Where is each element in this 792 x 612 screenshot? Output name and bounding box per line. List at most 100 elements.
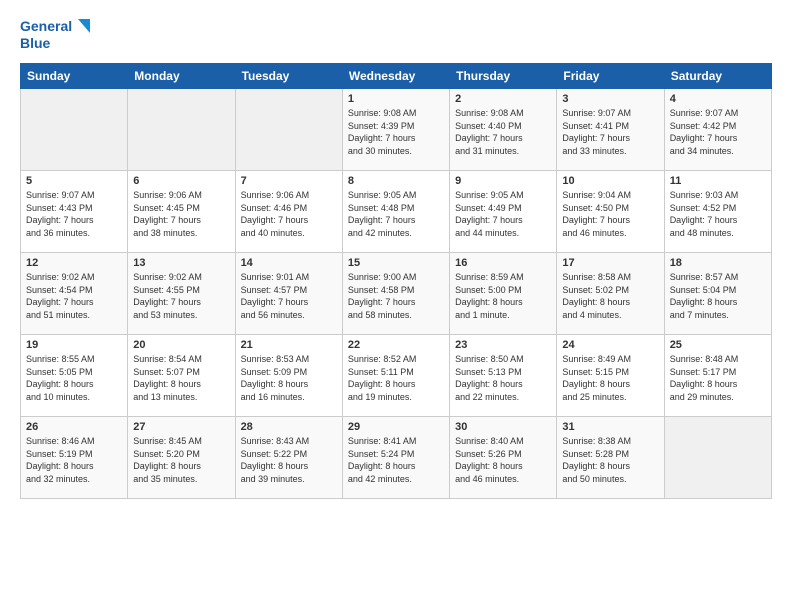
calendar-day-cell: 5 Sunrise: 9:07 AM Sunset: 4:43 PM Daylig… — [21, 171, 128, 253]
day-header-sunday: Sunday — [21, 64, 128, 89]
calendar-day-cell: 6 Sunrise: 9:06 AM Sunset: 4:45 PM Daylig… — [128, 171, 235, 253]
day-info: Sunrise: 8:57 AM Sunset: 5:04 PM Dayligh… — [670, 271, 766, 321]
day-info: Sunrise: 8:40 AM Sunset: 5:26 PM Dayligh… — [455, 435, 551, 485]
day-info: Sunrise: 9:02 AM Sunset: 4:54 PM Dayligh… — [26, 271, 122, 321]
calendar-day-cell: 20 Sunrise: 8:54 AM Sunset: 5:07 PM Dayli… — [128, 335, 235, 417]
calendar-day-cell: 1 Sunrise: 9:08 AM Sunset: 4:39 PM Daylig… — [342, 89, 449, 171]
day-number: 17 — [562, 257, 658, 269]
day-info: Sunrise: 9:00 AM Sunset: 4:58 PM Dayligh… — [348, 271, 444, 321]
day-number: 16 — [455, 257, 551, 269]
day-info: Sunrise: 8:58 AM Sunset: 5:02 PM Dayligh… — [562, 271, 658, 321]
calendar-day-cell: 17 Sunrise: 8:58 AM Sunset: 5:02 PM Dayli… — [557, 253, 664, 335]
day-number: 13 — [133, 257, 229, 269]
calendar-week-row: 26 Sunrise: 8:46 AM Sunset: 5:19 PM Dayli… — [21, 417, 772, 499]
calendar-day-cell: 15Sunrise: 9:00 AM Sunset: 4:58 PM Dayli… — [342, 253, 449, 335]
day-info: Sunrise: 9:08 AM Sunset: 4:40 PM Dayligh… — [455, 107, 551, 157]
calendar-day-cell: 28 Sunrise: 8:43 AM Sunset: 5:22 PM Dayli… — [235, 417, 342, 499]
day-number: 14 — [241, 257, 337, 269]
day-info: Sunrise: 8:41 AM Sunset: 5:24 PM Dayligh… — [348, 435, 444, 485]
day-number: 31 — [562, 421, 658, 433]
day-number: 29 — [348, 421, 444, 433]
day-number: 25 — [670, 339, 766, 351]
calendar-day-cell: 26 Sunrise: 8:46 AM Sunset: 5:19 PM Dayli… — [21, 417, 128, 499]
page: GeneralBlue SundayMondayTuesdayWednesday… — [0, 0, 792, 612]
day-number: 1 — [348, 93, 444, 105]
calendar-day-cell: 23 Sunrise: 8:50 AM Sunset: 5:13 PM Dayli… — [450, 335, 557, 417]
calendar-week-row: 1 Sunrise: 9:08 AM Sunset: 4:39 PM Daylig… — [21, 89, 772, 171]
calendar-day-cell: 19 Sunrise: 8:55 AM Sunset: 5:05 PM Dayli… — [21, 335, 128, 417]
day-header-wednesday: Wednesday — [342, 64, 449, 89]
day-info: Sunrise: 8:43 AM Sunset: 5:22 PM Dayligh… — [241, 435, 337, 485]
day-info: Sunrise: 8:53 AM Sunset: 5:09 PM Dayligh… — [241, 353, 337, 403]
day-number: 30 — [455, 421, 551, 433]
day-number: 22 — [348, 339, 444, 351]
day-info: Sunrise: 9:08 AM Sunset: 4:39 PM Dayligh… — [348, 107, 444, 157]
day-info: Sunrise: 9:07 AM Sunset: 4:43 PM Dayligh… — [26, 189, 122, 239]
calendar-day-cell: 14 Sunrise: 9:01 AM Sunset: 4:57 PM Dayli… — [235, 253, 342, 335]
svg-text:Blue: Blue — [20, 35, 51, 51]
day-number: 5 — [26, 175, 122, 187]
day-info: Sunrise: 8:50 AM Sunset: 5:13 PM Dayligh… — [455, 353, 551, 403]
calendar-day-cell: 29 Sunrise: 8:41 AM Sunset: 5:24 PM Dayli… — [342, 417, 449, 499]
day-number: 3 — [562, 93, 658, 105]
calendar-day-cell — [235, 89, 342, 171]
day-info: Sunrise: 8:54 AM Sunset: 5:07 PM Dayligh… — [133, 353, 229, 403]
day-number: 12 — [26, 257, 122, 269]
calendar-day-cell: 10 Sunrise: 9:04 AM Sunset: 4:50 PM Dayli… — [557, 171, 664, 253]
calendar-day-cell: 2 Sunrise: 9:08 AM Sunset: 4:40 PM Daylig… — [450, 89, 557, 171]
day-header-thursday: Thursday — [450, 64, 557, 89]
day-info: Sunrise: 9:07 AM Sunset: 4:42 PM Dayligh… — [670, 107, 766, 157]
day-info: Sunrise: 8:52 AM Sunset: 5:11 PM Dayligh… — [348, 353, 444, 403]
day-number: 21 — [241, 339, 337, 351]
day-info: Sunrise: 9:01 AM Sunset: 4:57 PM Dayligh… — [241, 271, 337, 321]
calendar-header-row: SundayMondayTuesdayWednesdayThursdayFrid… — [21, 64, 772, 89]
day-info: Sunrise: 9:07 AM Sunset: 4:41 PM Dayligh… — [562, 107, 658, 157]
calendar-day-cell: 9 Sunrise: 9:05 AM Sunset: 4:49 PM Daylig… — [450, 171, 557, 253]
day-info: Sunrise: 9:02 AM Sunset: 4:55 PM Dayligh… — [133, 271, 229, 321]
day-number: 23 — [455, 339, 551, 351]
day-number: 2 — [455, 93, 551, 105]
day-number: 11 — [670, 175, 766, 187]
logo: GeneralBlue — [20, 15, 100, 53]
calendar-day-cell: 16 Sunrise: 8:59 AM Sunset: 5:00 PM Dayli… — [450, 253, 557, 335]
day-info: Sunrise: 8:38 AM Sunset: 5:28 PM Dayligh… — [562, 435, 658, 485]
day-info: Sunrise: 8:48 AM Sunset: 5:17 PM Dayligh… — [670, 353, 766, 403]
day-number: 27 — [133, 421, 229, 433]
day-number: 6 — [133, 175, 229, 187]
day-info: Sunrise: 9:06 AM Sunset: 4:46 PM Dayligh… — [241, 189, 337, 239]
day-number: 19 — [26, 339, 122, 351]
day-number: 28 — [241, 421, 337, 433]
logo-icon: GeneralBlue — [20, 15, 100, 53]
day-number: 9 — [455, 175, 551, 187]
day-info: Sunrise: 9:05 AM Sunset: 4:48 PM Dayligh… — [348, 189, 444, 239]
day-header-tuesday: Tuesday — [235, 64, 342, 89]
day-info: Sunrise: 8:59 AM Sunset: 5:00 PM Dayligh… — [455, 271, 551, 321]
calendar-day-cell: 18Sunrise: 8:57 AM Sunset: 5:04 PM Dayli… — [664, 253, 771, 335]
day-info: Sunrise: 9:06 AM Sunset: 4:45 PM Dayligh… — [133, 189, 229, 239]
calendar-day-cell — [128, 89, 235, 171]
day-info: Sunrise: 8:55 AM Sunset: 5:05 PM Dayligh… — [26, 353, 122, 403]
day-number: 10 — [562, 175, 658, 187]
day-info: Sunrise: 9:03 AM Sunset: 4:52 PM Dayligh… — [670, 189, 766, 239]
calendar-table: SundayMondayTuesdayWednesdayThursdayFrid… — [20, 63, 772, 499]
day-info: Sunrise: 8:45 AM Sunset: 5:20 PM Dayligh… — [133, 435, 229, 485]
calendar-day-cell: 11 Sunrise: 9:03 AM Sunset: 4:52 PM Dayli… — [664, 171, 771, 253]
day-info: Sunrise: 8:46 AM Sunset: 5:19 PM Dayligh… — [26, 435, 122, 485]
calendar-week-row: 5 Sunrise: 9:07 AM Sunset: 4:43 PM Daylig… — [21, 171, 772, 253]
calendar-day-cell: 24Sunrise: 8:49 AM Sunset: 5:15 PM Dayli… — [557, 335, 664, 417]
day-number: 8 — [348, 175, 444, 187]
calendar-day-cell: 13 Sunrise: 9:02 AM Sunset: 4:55 PM Dayli… — [128, 253, 235, 335]
calendar-day-cell: 21 Sunrise: 8:53 AM Sunset: 5:09 PM Dayli… — [235, 335, 342, 417]
day-number: 26 — [26, 421, 122, 433]
calendar-day-cell: 31 Sunrise: 8:38 AM Sunset: 5:28 PM Dayli… — [557, 417, 664, 499]
day-number: 20 — [133, 339, 229, 351]
day-number: 7 — [241, 175, 337, 187]
day-info: Sunrise: 9:04 AM Sunset: 4:50 PM Dayligh… — [562, 189, 658, 239]
calendar-day-cell: 7 Sunrise: 9:06 AM Sunset: 4:46 PM Daylig… — [235, 171, 342, 253]
calendar-day-cell: 25 Sunrise: 8:48 AM Sunset: 5:17 PM Dayli… — [664, 335, 771, 417]
calendar-week-row: 19 Sunrise: 8:55 AM Sunset: 5:05 PM Dayli… — [21, 335, 772, 417]
calendar-day-cell: 22 Sunrise: 8:52 AM Sunset: 5:11 PM Dayli… — [342, 335, 449, 417]
calendar-week-row: 12 Sunrise: 9:02 AM Sunset: 4:54 PM Dayli… — [21, 253, 772, 335]
day-info: Sunrise: 9:05 AM Sunset: 4:49 PM Dayligh… — [455, 189, 551, 239]
calendar-day-cell: 27 Sunrise: 8:45 AM Sunset: 5:20 PM Dayli… — [128, 417, 235, 499]
